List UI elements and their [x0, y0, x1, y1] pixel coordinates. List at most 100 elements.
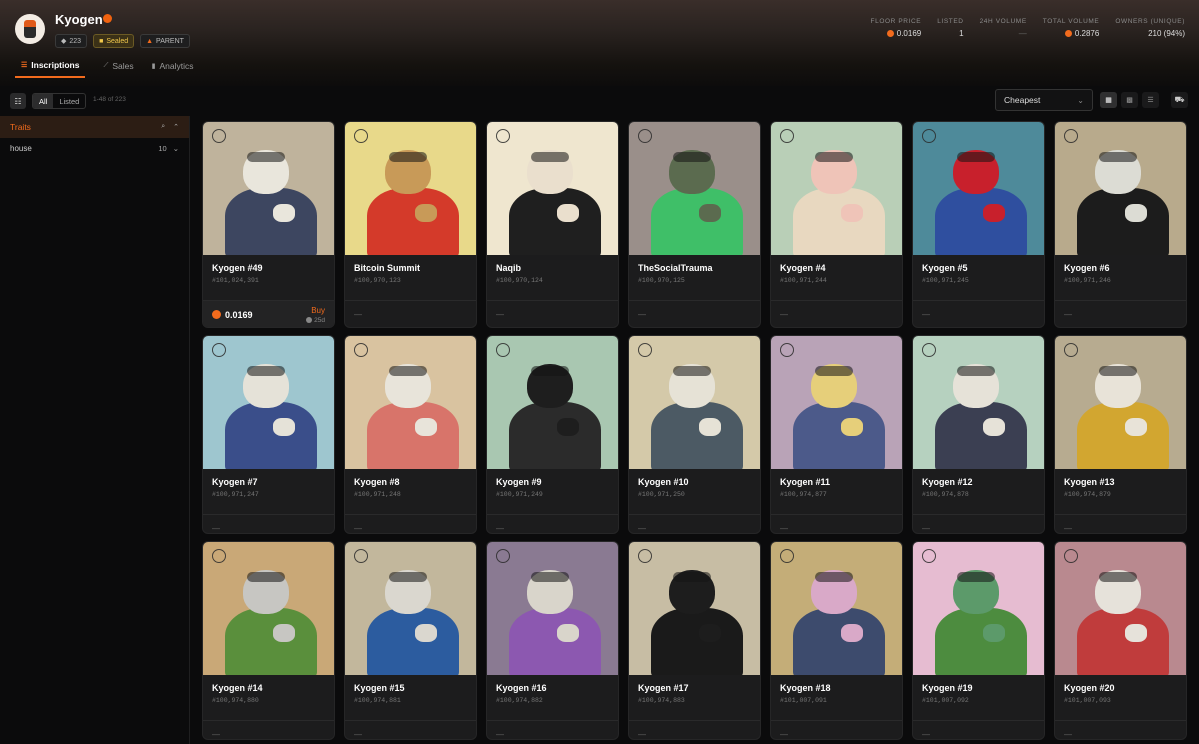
inscription-image[interactable]: [345, 122, 476, 255]
sort-select[interactable]: Cheapest ⌄: [995, 89, 1093, 111]
unlisted-price: —: [1064, 524, 1072, 533]
inscription-card[interactable]: Bitcoin Summit #100,970,123 —: [344, 121, 477, 328]
inscription-image[interactable]: [1055, 336, 1186, 469]
trait-house[interactable]: house 10 ⌄: [0, 138, 189, 158]
crest-icon: [496, 549, 510, 563]
tab-inscriptions[interactable]: ☰ Inscriptions: [15, 60, 86, 78]
collection-avatar: [15, 14, 45, 44]
inscription-image[interactable]: [203, 122, 334, 255]
inscription-image[interactable]: [203, 336, 334, 469]
inscription-image[interactable]: [771, 336, 902, 469]
inscription-card[interactable]: Kyogen #20 #101,007,093 —: [1054, 541, 1187, 740]
inscription-image[interactable]: [913, 542, 1044, 675]
inscription-image[interactable]: [1055, 122, 1186, 255]
inscription-card[interactable]: Kyogen #15 #100,974,881 —: [344, 541, 477, 740]
crest-icon: [780, 129, 794, 143]
unlisted-price: —: [212, 730, 220, 739]
inscription-image[interactable]: [629, 122, 760, 255]
inscription-name: Naqib: [496, 263, 522, 273]
unlisted-price: —: [496, 524, 504, 533]
unlisted-price: —: [638, 310, 646, 319]
inscription-image[interactable]: [487, 336, 618, 469]
inscription-image[interactable]: [629, 336, 760, 469]
inscription-card[interactable]: Kyogen #17 #100,974,883 —: [628, 541, 761, 740]
inscription-image[interactable]: [629, 542, 760, 675]
inscription-name: Kyogen #16: [496, 683, 547, 693]
inscription-card[interactable]: Kyogen #7 #100,971,247 —: [202, 335, 335, 534]
bitcoin-icon: [212, 310, 221, 319]
inscription-card[interactable]: Kyogen #9 #100,971,249 —: [486, 335, 619, 534]
inscription-number: #100,971,248: [354, 491, 401, 498]
inscription-card[interactable]: Kyogen #18 #101,007,091 —: [770, 541, 903, 740]
bitcoin-icon: [1064, 30, 1072, 37]
parent-badge[interactable]: ▲ PARENT: [140, 34, 190, 48]
listing-footer: —: [771, 514, 902, 533]
inscription-card[interactable]: Kyogen #11 #100,974,877 —: [770, 335, 903, 534]
inscription-card[interactable]: Kyogen #49 #101,024,391 0.0169 Buy 25d: [202, 121, 335, 328]
inscription-image[interactable]: [913, 336, 1044, 469]
inscription-card[interactable]: Kyogen #19 #101,007,092 —: [912, 541, 1045, 740]
crest-icon: [638, 549, 652, 563]
inscription-number: #101,007,093: [1064, 697, 1111, 704]
inscription-card[interactable]: Kyogen #12 #100,974,878 —: [912, 335, 1045, 534]
stat-listed: LISTED 1: [937, 18, 964, 38]
crest-icon: [496, 343, 510, 357]
inscription-image[interactable]: [345, 542, 476, 675]
inscription-name: Kyogen #12: [922, 477, 973, 487]
inscription-number: #101,007,092: [922, 697, 969, 704]
large-grid-view-button[interactable]: ▦: [1100, 92, 1117, 108]
inscription-image[interactable]: [487, 122, 618, 255]
cart-button[interactable]: ⛟: [1171, 92, 1188, 108]
tab-sales[interactable]: ⟋ Sales: [103, 60, 133, 78]
traits-header[interactable]: Traits ⌕ ⌃: [0, 116, 189, 138]
inscription-card[interactable]: Kyogen #8 #100,971,248 —: [344, 335, 477, 534]
inscription-card[interactable]: Kyogen #16 #100,974,882 —: [486, 541, 619, 740]
inscription-card[interactable]: Kyogen #5 #100,971,245 —: [912, 121, 1045, 328]
inscription-number: #100,971,249: [496, 491, 543, 498]
listing-footer: —: [771, 720, 902, 739]
inscription-name: Kyogen #15: [354, 683, 405, 693]
layers-icon: ◆: [61, 38, 67, 45]
inscription-card[interactable]: Kyogen #13 #100,974,879 —: [1054, 335, 1187, 534]
inscription-name: Kyogen #17: [638, 683, 689, 693]
unlisted-price: —: [638, 524, 646, 533]
inscription-image[interactable]: [487, 542, 618, 675]
chevron-up-icon[interactable]: ⌃: [173, 123, 179, 131]
search-icon[interactable]: ⌕: [161, 123, 165, 131]
inscription-image[interactable]: [771, 542, 902, 675]
buy-button[interactable]: Buy: [311, 306, 325, 315]
tab-analytics[interactable]: ▮ Analytics: [152, 60, 194, 78]
listing-footer: —: [771, 300, 902, 327]
inscription-card[interactable]: TheSocialTrauma #100,970,125 —: [628, 121, 761, 328]
list-icon: ☰: [1147, 97, 1154, 104]
inscription-card[interactable]: Kyogen #4 #100,971,244 —: [770, 121, 903, 328]
chevron-down-icon: ⌄: [172, 143, 179, 153]
inscription-name: Kyogen #13: [1064, 477, 1115, 487]
filter-toggle-button[interactable]: ☷: [10, 93, 26, 109]
inscription-image[interactable]: [203, 542, 334, 675]
supply-badge: ◆ 223: [55, 34, 88, 48]
unlisted-price: —: [1064, 310, 1072, 319]
inscription-name: Kyogen #10: [638, 477, 689, 487]
inscription-grid: Kyogen #49 #101,024,391 0.0169 Buy 25d Bitcoi…: [202, 121, 1187, 740]
inscription-card[interactable]: Kyogen #14 #100,974,880 —: [202, 541, 335, 740]
inscription-image[interactable]: [1055, 542, 1186, 675]
inscription-name: Kyogen #18: [780, 683, 831, 693]
inscription-card[interactable]: Kyogen #10 #100,971,250 —: [628, 335, 761, 534]
listing-footer: —: [203, 514, 334, 533]
list-view-button[interactable]: ☰: [1142, 92, 1159, 108]
inscription-card[interactable]: Naqib #100,970,124 —: [486, 121, 619, 328]
inscription-image[interactable]: [345, 336, 476, 469]
inscription-image[interactable]: [913, 122, 1044, 255]
inscription-name: TheSocialTrauma: [638, 263, 713, 273]
inscription-image[interactable]: [771, 122, 902, 255]
small-grid-view-button[interactable]: ▩: [1121, 92, 1138, 108]
listing-footer: —: [913, 720, 1044, 739]
inscription-number: #100,970,124: [496, 277, 543, 284]
filter-all-button[interactable]: All: [33, 94, 54, 108]
listing-footer: —: [1055, 720, 1186, 739]
filter-listed-button[interactable]: Listed: [53, 94, 85, 108]
collection-header: Kyogen ◆ 223 ■ Sealed ▲ PARENT FLOOR PRICE …: [0, 0, 1199, 86]
inscription-card[interactable]: Kyogen #6 #100,971,246 —: [1054, 121, 1187, 328]
stat-total-volume: TOTAL VOLUME 0.2876: [1042, 18, 1100, 38]
